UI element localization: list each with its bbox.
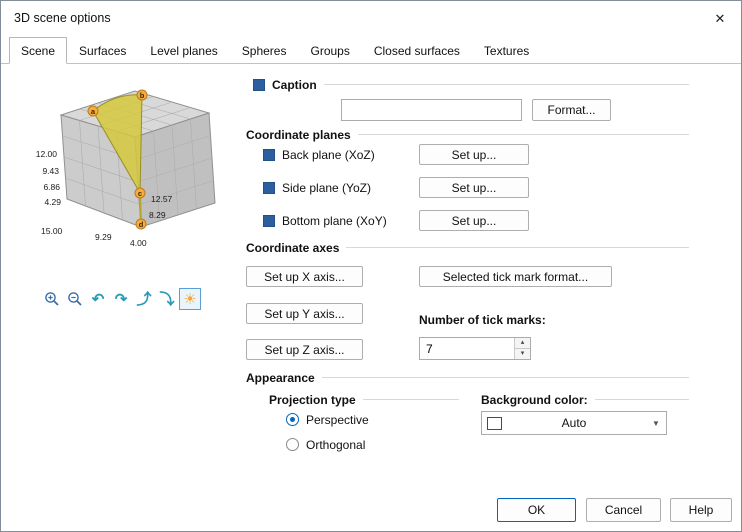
bottom-plane-label: Bottom plane (XoY) — [282, 213, 387, 228]
side-plane-checkbox[interactable] — [263, 181, 275, 194]
zoom-out-button[interactable] — [64, 288, 86, 310]
caption-format-button[interactable]: Format... — [532, 99, 611, 121]
zoom-in-icon — [45, 292, 59, 306]
z-tick: 12.00 — [36, 149, 58, 159]
separator-rule — [321, 377, 689, 378]
background-color-header: Background color: — [481, 392, 689, 407]
orthogonal-row: Orthogonal — [286, 437, 365, 452]
setup-y-axis-button[interactable]: Set up Y axis... — [246, 303, 363, 324]
rotate-right-icon: ↷ — [114, 290, 128, 308]
coordinate-planes-label: Coordinate planes — [246, 127, 351, 142]
coordinate-planes-header: Coordinate planes — [246, 127, 689, 142]
spinner-arrows: ▴ ▾ — [514, 338, 530, 359]
y-tick: 12.57 — [151, 194, 173, 204]
bottom-plane-setup-button[interactable]: Set up... — [419, 210, 529, 231]
y-tick: 8.29 — [149, 210, 166, 220]
side-plane-label: Side plane (YoZ) — [282, 180, 371, 195]
tick-marks-label-row: Number of tick marks: — [419, 312, 546, 327]
zoom-out-icon — [68, 292, 82, 306]
dialog-title: 3D scene options — [14, 11, 111, 25]
perspective-radio[interactable] — [286, 413, 299, 426]
sun-icon: ☀ — [183, 290, 197, 308]
tab-spheres[interactable]: Spheres — [230, 38, 299, 63]
scene-preview[interactable]: a b c d 12.00 9.43 6.86 4.29 15.00 9.29 … — [13, 81, 241, 253]
x-tick: 15.00 — [41, 226, 63, 236]
chevron-down-icon: ▼ — [652, 418, 660, 428]
spin-down-icon[interactable]: ▾ — [515, 348, 530, 359]
separator-rule — [362, 399, 459, 400]
zoom-in-button[interactable] — [41, 288, 63, 310]
cancel-button[interactable]: Cancel — [586, 498, 661, 522]
setup-x-axis-button[interactable]: Set up X axis... — [246, 266, 363, 287]
background-color-label: Background color: — [481, 392, 588, 407]
tilt-down-icon: ⤵ — [159, 290, 175, 308]
point-label-b: b — [140, 91, 145, 100]
coordinate-axes-label: Coordinate axes — [246, 240, 340, 255]
tab-scene[interactable]: Scene — [9, 37, 68, 64]
perspective-row: Perspective — [286, 412, 369, 427]
point-label-c: c — [138, 189, 142, 198]
tilt-up-button[interactable]: ⤴ — [133, 288, 155, 310]
separator-rule — [357, 134, 689, 135]
tick-marks-input[interactable] — [420, 338, 514, 359]
tilt-down-button[interactable]: ⤵ — [156, 288, 178, 310]
titlebar: 3D scene options ✕ — [1, 1, 741, 35]
separator-rule — [346, 247, 689, 248]
rotate-left-button[interactable]: ↶ — [87, 288, 109, 310]
z-tick: 9.43 — [42, 166, 59, 176]
back-plane-label: Back plane (XoZ) — [282, 147, 375, 162]
separator-rule — [323, 84, 689, 85]
z-tick: 6.86 — [43, 182, 60, 192]
point-label-d: d — [139, 220, 144, 229]
x-tick: 9.29 — [95, 232, 112, 242]
caption-group-header: Caption — [253, 77, 689, 92]
perspective-label: Perspective — [306, 412, 369, 427]
tab-level-planes[interactable]: Level planes — [138, 38, 229, 63]
lighting-button[interactable]: ☀ — [179, 288, 201, 310]
tab-surfaces[interactable]: Surfaces — [67, 38, 138, 63]
bottom-plane-row: Bottom plane (XoY) — [263, 213, 387, 228]
spin-up-icon[interactable]: ▴ — [515, 338, 530, 348]
selected-tick-mark-format-button[interactable]: Selected tick mark format... — [419, 266, 612, 287]
tab-closed-surfaces[interactable]: Closed surfaces — [362, 38, 472, 63]
back-plane-row: Back plane (XoZ) — [263, 147, 375, 162]
background-color-dropdown[interactable]: Auto ▼ — [481, 411, 667, 435]
setup-z-axis-button[interactable]: Set up Z axis... — [246, 339, 363, 360]
projection-type-header: Projection type — [269, 392, 459, 407]
rotate-left-icon: ↶ — [91, 290, 105, 308]
tab-groups[interactable]: Groups — [298, 38, 361, 63]
projection-type-label: Projection type — [269, 392, 356, 407]
separator-rule — [594, 399, 689, 400]
tick-marks-spinner: ▴ ▾ — [419, 337, 531, 360]
tick-marks-label: Number of tick marks: — [419, 312, 546, 327]
caption-label: Caption — [272, 77, 317, 92]
dialog-3d-scene-options: 3D scene options ✕ Scene Surfaces Level … — [0, 0, 742, 532]
tilt-up-icon: ⤴ — [136, 290, 152, 308]
rotate-right-button[interactable]: ↷ — [110, 288, 132, 310]
back-plane-checkbox[interactable] — [263, 148, 275, 161]
side-plane-setup-button[interactable]: Set up... — [419, 177, 529, 198]
appearance-label: Appearance — [246, 370, 315, 385]
tab-strip: Scene Surfaces Level planes Spheres Grou… — [1, 37, 741, 64]
bottom-plane-checkbox[interactable] — [263, 214, 275, 227]
coordinate-axes-header: Coordinate axes — [246, 240, 689, 255]
tab-textures[interactable]: Textures — [472, 38, 541, 63]
orthogonal-label: Orthogonal — [306, 437, 366, 452]
ok-button[interactable]: OK — [497, 498, 576, 522]
caption-text-input[interactable] — [341, 99, 522, 121]
help-button[interactable]: Help — [670, 498, 732, 522]
close-icon[interactable]: ✕ — [710, 9, 730, 29]
back-plane-setup-button[interactable]: Set up... — [419, 144, 529, 165]
background-color-value: Auto — [561, 416, 587, 430]
side-plane-row: Side plane (YoZ) — [263, 180, 371, 195]
z-tick: 4.29 — [44, 197, 61, 207]
appearance-header: Appearance — [246, 370, 689, 385]
caption-checkbox[interactable] — [253, 78, 265, 91]
preview-toolbar: ↶ ↷ ⤴ ⤵ ☀ — [41, 288, 201, 310]
orthogonal-radio[interactable] — [286, 438, 299, 451]
x-tick: 4.00 — [130, 238, 147, 248]
color-swatch — [487, 416, 502, 430]
